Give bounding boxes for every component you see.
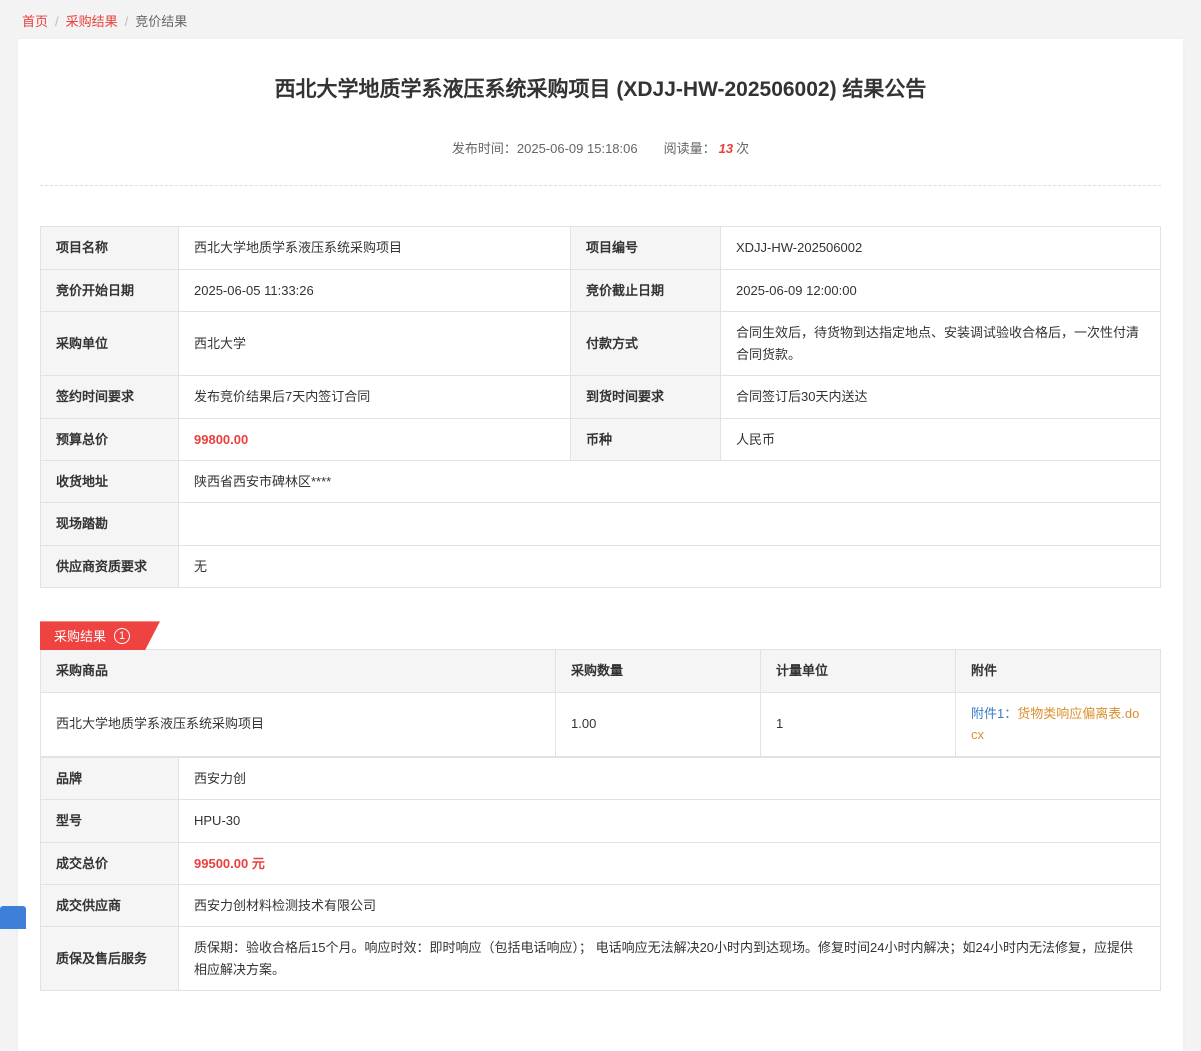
field-label: 质保及售后服务	[41, 927, 179, 991]
attachment-label: 附件1：	[971, 706, 1017, 721]
product-name: 西北大学地质学系液压系统采购项目	[41, 692, 556, 756]
views-label: 阅读量：	[664, 141, 716, 156]
column-header-attachment: 附件	[956, 650, 1161, 692]
field-label: 成交总价	[41, 842, 179, 884]
project-info-table: 项目名称 西北大学地质学系液压系统采购项目 项目编号 XDJJ-HW-20250…	[40, 226, 1161, 588]
field-value: 2025-06-05 11:33:26	[179, 269, 571, 311]
field-value: 无	[179, 545, 1161, 587]
table-header-row: 采购商品 采购数量 计量单位 附件	[41, 650, 1161, 692]
table-row: 现场踏勘	[41, 503, 1161, 545]
field-label: 项目编号	[571, 227, 721, 269]
product-quantity: 1.00	[556, 692, 761, 756]
field-label: 签约时间要求	[41, 376, 179, 418]
field-value: 陕西省西安市碑林区****	[179, 461, 1161, 503]
warranty-service-value: 质保期：验收合格后15个月。响应时效：即时响应（包括电话响应）； 电话响应无法解…	[179, 927, 1161, 991]
views-count: 13	[719, 141, 733, 156]
model-value: HPU-30	[179, 800, 1161, 842]
table-row: 供应商资质要求 无	[41, 545, 1161, 587]
result-detail-table: 品牌 西安力创 型号 HPU-30 成交总价 99500.00 元 成交供应商 …	[40, 757, 1161, 992]
supplier-value: 西安力创材料检测技术有限公司	[179, 884, 1161, 926]
field-label: 币种	[571, 418, 721, 460]
attachment-cell: 附件1：货物类响应偏离表.docx	[956, 692, 1161, 756]
field-value: 人民币	[721, 418, 1161, 460]
field-label: 品牌	[41, 757, 179, 799]
field-label: 付款方式	[571, 312, 721, 376]
field-label: 现场踏勘	[41, 503, 179, 545]
field-label: 竞价截止日期	[571, 269, 721, 311]
brand-value: 西安力创	[179, 757, 1161, 799]
table-row: 签约时间要求 发布竞价结果后7天内签订合同 到货时间要求 合同签订后30天内送达	[41, 376, 1161, 418]
table-row: 采购单位 西北大学 付款方式 合同生效后，待货物到达指定地点、安装调试验收合格后…	[41, 312, 1161, 376]
page-title: 西北大学地质学系液压系统采购项目 (XDJJ-HW-202506002) 结果公…	[40, 75, 1161, 104]
breadcrumb-procurement-results[interactable]: 采购结果	[66, 14, 118, 29]
product-unit: 1	[761, 692, 956, 756]
result-table: 采购商品 采购数量 计量单位 附件 西北大学地质学系液压系统采购项目 1.00 …	[40, 649, 1161, 756]
column-header-quantity: 采购数量	[556, 650, 761, 692]
field-value: 合同生效后，待货物到达指定地点、安装调试验收合格后，一次性付清合同货款。	[721, 312, 1161, 376]
breadcrumb-separator: /	[55, 14, 59, 29]
dashed-divider	[40, 185, 1161, 186]
table-row: 成交总价 99500.00 元	[41, 842, 1161, 884]
table-row: 竞价开始日期 2025-06-05 11:33:26 竞价截止日期 2025-0…	[41, 269, 1161, 311]
field-label: 供应商资质要求	[41, 545, 179, 587]
table-row: 项目名称 西北大学地质学系液压系统采购项目 项目编号 XDJJ-HW-20250…	[41, 227, 1161, 269]
field-label: 收货地址	[41, 461, 179, 503]
table-row: 质保及售后服务 质保期：验收合格后15个月。响应时效：即时响应（包括电话响应）；…	[41, 927, 1161, 991]
field-value: XDJJ-HW-202506002	[721, 227, 1161, 269]
field-label: 型号	[41, 800, 179, 842]
result-badge-count: 1	[114, 628, 130, 644]
breadcrumb-home[interactable]: 首页	[22, 14, 48, 29]
table-row: 成交供应商 西安力创材料检测技术有限公司	[41, 884, 1161, 926]
table-row: 收货地址 陕西省西安市碑林区****	[41, 461, 1161, 503]
table-row: 西北大学地质学系液压系统采购项目 1.00 1 附件1：货物类响应偏离表.doc…	[41, 692, 1161, 756]
field-value: 2025-06-09 12:00:00	[721, 269, 1161, 311]
field-label: 到货时间要求	[571, 376, 721, 418]
breadcrumb-separator: /	[125, 14, 129, 29]
table-row: 型号 HPU-30	[41, 800, 1161, 842]
column-header-product: 采购商品	[41, 650, 556, 692]
field-value: 发布竞价结果后7天内签订合同	[179, 376, 571, 418]
budget-total-value: 99800.00	[179, 418, 571, 460]
views-unit: 次	[736, 141, 749, 156]
announcement-meta: 发布时间：2025-06-09 15:18:06 阅读量：13次	[40, 138, 1161, 157]
table-row: 品牌 西安力创	[41, 757, 1161, 799]
column-header-unit: 计量单位	[761, 650, 956, 692]
attachment-link[interactable]: 附件1：货物类响应偏离表.docx	[971, 706, 1139, 742]
field-value: 西北大学地质学系液压系统采购项目	[179, 227, 571, 269]
publish-time-label: 发布时间：	[452, 141, 517, 156]
field-value	[179, 503, 1161, 545]
field-value: 合同签订后30天内送达	[721, 376, 1161, 418]
field-label: 竞价开始日期	[41, 269, 179, 311]
field-label: 预算总价	[41, 418, 179, 460]
announcement-card: 西北大学地质学系液压系统采购项目 (XDJJ-HW-202506002) 结果公…	[18, 39, 1183, 1051]
breadcrumb-current: 竞价结果	[135, 14, 187, 29]
table-row: 预算总价 99800.00 币种 人民币	[41, 418, 1161, 460]
field-label: 项目名称	[41, 227, 179, 269]
deal-total-price-value: 99500.00 元	[179, 842, 1161, 884]
result-section-badge: 采购结果 1	[40, 621, 160, 650]
floating-sidebar-widget[interactable]	[0, 906, 26, 929]
result-badge-label: 采购结果	[54, 626, 106, 645]
field-label: 采购单位	[41, 312, 179, 376]
publish-time-value: 2025-06-09 15:18:06	[517, 141, 638, 156]
field-value: 西北大学	[179, 312, 571, 376]
breadcrumb: 首页 / 采购结果 / 竞价结果	[0, 0, 1201, 39]
field-label: 成交供应商	[41, 884, 179, 926]
